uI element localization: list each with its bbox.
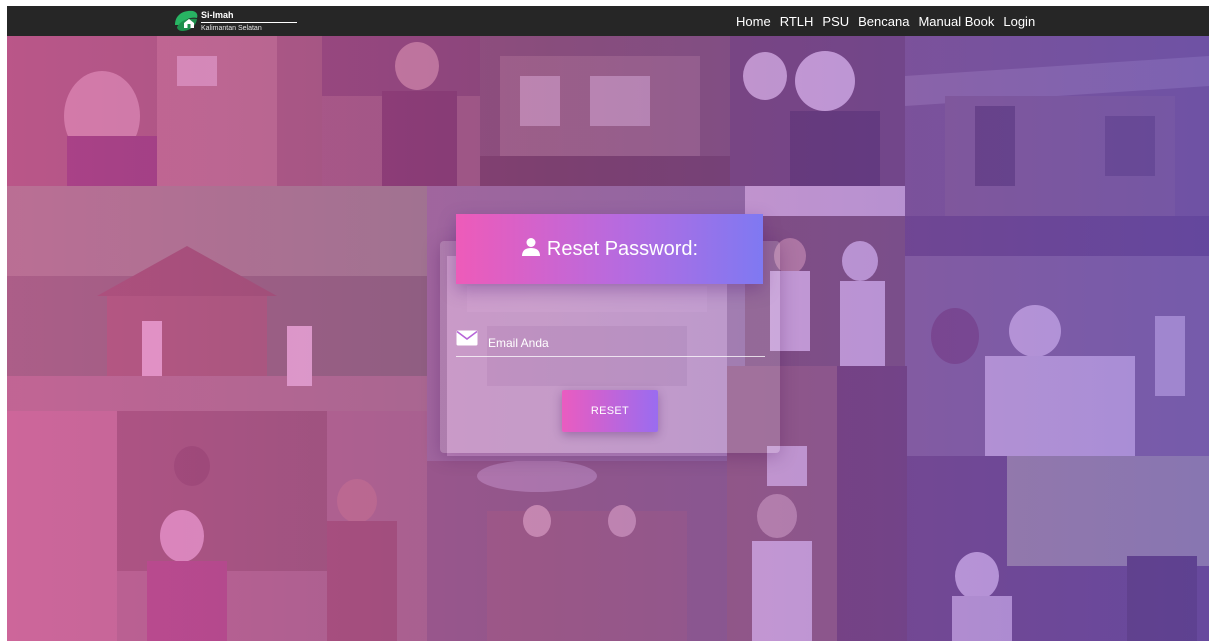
- bg-photo: [730, 36, 905, 186]
- bg-photo: [7, 36, 322, 186]
- bg-photo: [7, 186, 427, 411]
- brand-name: Si-Imah: [201, 10, 297, 23]
- nav-item-manual-book[interactable]: Manual Book: [918, 14, 994, 29]
- bg-photo: [7, 411, 427, 641]
- brand-link[interactable]: Si-Imah Kalimantan Selatan: [173, 8, 297, 34]
- reset-password-header: Reset Password:: [456, 214, 763, 284]
- nav-item-home[interactable]: Home: [736, 14, 771, 29]
- bg-photo: [905, 36, 1209, 256]
- bg-photo: [480, 36, 730, 186]
- reset-password-title: Reset Password:: [546, 237, 699, 260]
- envelope-icon: [456, 330, 478, 351]
- leaf-house-logo-icon: [173, 9, 199, 33]
- nav-menu: Home RTLH PSU Bencana Manual Book Login: [736, 6, 1044, 36]
- bg-photo: [322, 36, 480, 186]
- bg-photo: [427, 461, 727, 641]
- user-icon: [521, 237, 541, 262]
- bg-photo: [907, 456, 1209, 641]
- nav-item-login[interactable]: Login: [1003, 14, 1035, 29]
- bg-photo: [905, 256, 1209, 456]
- navbar: Si-Imah Kalimantan Selatan Home RTLH PSU…: [7, 6, 1209, 36]
- nav-item-psu[interactable]: PSU: [822, 14, 849, 29]
- nav-item-rtlh[interactable]: RTLH: [780, 14, 814, 29]
- brand-text: Si-Imah Kalimantan Selatan: [201, 10, 297, 32]
- nav-item-bencana[interactable]: Bencana: [858, 14, 909, 29]
- brand-subtitle: Kalimantan Selatan: [201, 24, 262, 32]
- reset-button[interactable]: RESET: [562, 390, 658, 432]
- email-input[interactable]: [486, 332, 760, 354]
- page: Si-Imah Kalimantan Selatan Home RTLH PSU…: [7, 6, 1209, 641]
- email-field-row: [456, 328, 765, 357]
